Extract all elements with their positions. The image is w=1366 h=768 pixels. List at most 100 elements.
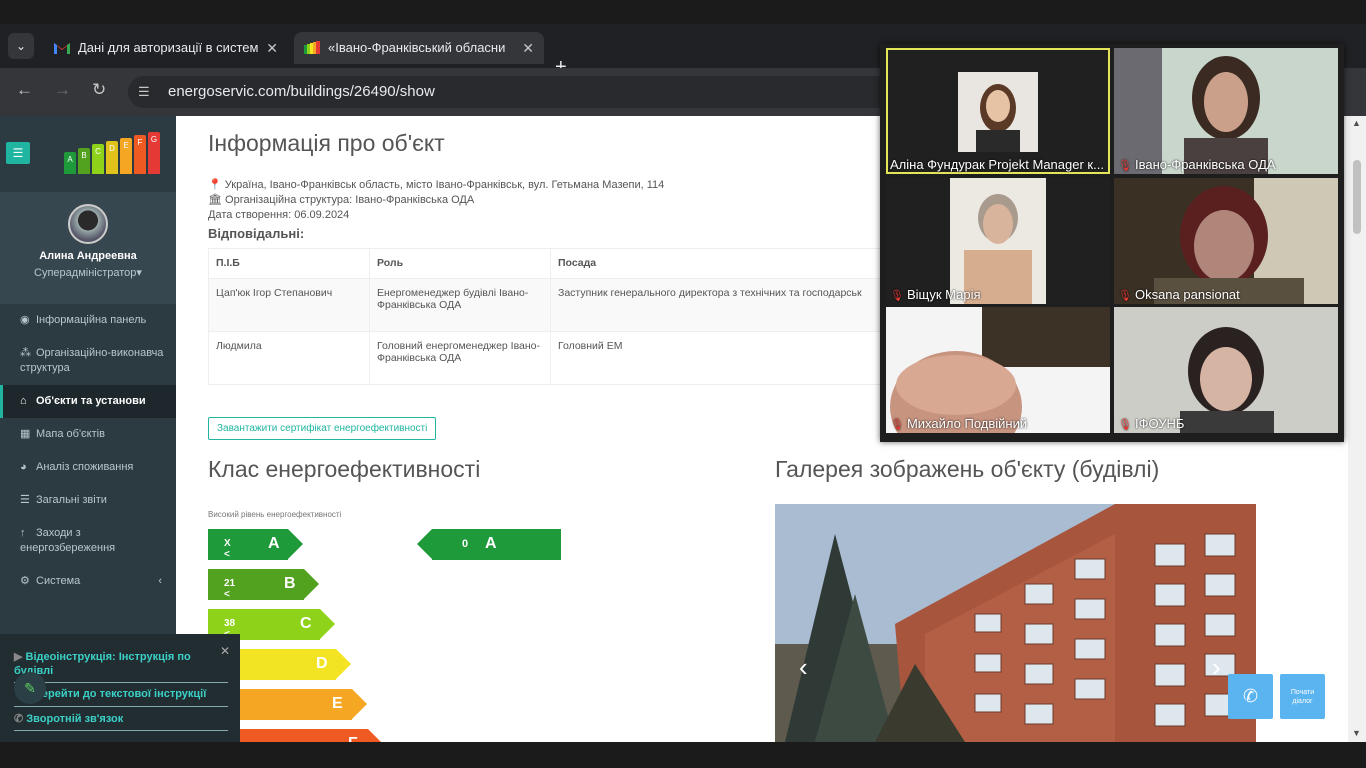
scroll-down-icon[interactable]: ▼ bbox=[1352, 728, 1361, 738]
sidebar-item-label: Інформаційна панель bbox=[36, 314, 147, 326]
close-tab-icon[interactable]: ✕ bbox=[522, 32, 534, 64]
sitemap-icon: ⁂ bbox=[20, 347, 31, 359]
bar-arrow bbox=[368, 729, 383, 742]
feedback-link[interactable]: ✆ Зворотній зв'язок bbox=[14, 712, 123, 725]
divider bbox=[14, 730, 228, 731]
responsible-table: П.І.Б Роль Посада Цап'юк Ігор Степанович… bbox=[208, 248, 891, 385]
carousel-prev-icon[interactable]: ‹ bbox=[799, 652, 808, 683]
chevron-left-icon: ‹ bbox=[158, 575, 162, 587]
class-range: X < 21 bbox=[224, 538, 236, 571]
sidebar-item-label: Мапа об'єктів bbox=[36, 428, 105, 440]
arrow-up-icon: ↑ bbox=[20, 527, 26, 539]
reload-icon[interactable]: ↻ bbox=[92, 80, 106, 100]
object-address: Україна, Івано-Франківськ область, місто… bbox=[224, 179, 665, 191]
download-certificate-button[interactable]: Завантажити сертифікат енергоефективност… bbox=[208, 417, 437, 440]
class-letter: F bbox=[348, 735, 358, 742]
participant-name-text: ІФОУНБ bbox=[1134, 416, 1185, 431]
participant-name: 🎙 ІФОУНБ bbox=[1118, 416, 1184, 431]
bar-arrow bbox=[336, 649, 351, 679]
browser-tab-gmail[interactable]: Дані для авторизації в системі ✕ bbox=[44, 32, 288, 64]
participant-name: 🎙 Івано-Франківська ОДА bbox=[1118, 157, 1276, 172]
participant-tile[interactable]: 🎙 Івано-Франківська ОДА bbox=[1114, 48, 1338, 174]
building-photo-carousel[interactable]: ‹ › bbox=[775, 504, 1256, 742]
result-letter: A bbox=[485, 535, 497, 552]
participant-video bbox=[958, 72, 1038, 152]
list-icon: ☰ bbox=[20, 494, 30, 506]
close-tab-icon[interactable]: ✕ bbox=[266, 32, 278, 64]
result-value: 0 bbox=[462, 538, 469, 550]
carousel-next-icon[interactable]: › bbox=[1212, 652, 1221, 683]
bar-arrow bbox=[320, 609, 335, 639]
column-header: Посада bbox=[550, 248, 891, 279]
map-marker-icon: 📍 bbox=[208, 179, 222, 191]
close-icon[interactable]: ✕ bbox=[220, 644, 230, 658]
divider bbox=[14, 682, 228, 683]
page-scrollbar[interactable]: ▲ ▼ bbox=[1348, 116, 1366, 742]
logo-letter: B bbox=[78, 148, 90, 174]
logo-letter: F bbox=[134, 135, 146, 174]
participant-name: 🎙 Михайло Подвійний bbox=[890, 416, 1027, 431]
back-arrow-icon[interactable]: ← bbox=[16, 80, 33, 100]
object-org: Організаційна структура: Івано-Франківсь… bbox=[225, 194, 475, 206]
map-icon: ▦ bbox=[20, 428, 31, 440]
logo-letter: A bbox=[64, 152, 76, 174]
table-cell: Головний ЕМ bbox=[550, 331, 891, 385]
class-letter: E bbox=[332, 695, 343, 712]
sidebar-item-label: Система bbox=[36, 575, 81, 587]
user-role: Суперадміністратор bbox=[34, 267, 137, 279]
participant-name-text: Михайло Подвійний bbox=[906, 416, 1028, 431]
high-level-label: Високий рівень енергоефективності bbox=[208, 510, 342, 519]
site-info-icon[interactable]: ☰ bbox=[138, 84, 150, 100]
video-call-panel: Аліна Фундурак Projekt Manager к... 🎙 Іва… bbox=[880, 44, 1344, 442]
dashboard-icon: ◉ bbox=[20, 314, 30, 326]
video-instruction-link[interactable]: ▶ Відеоінструкція: Інструкція по будівлі bbox=[14, 650, 204, 678]
browser-tab-active[interactable]: «Івано-Франківський обласни ✕ bbox=[294, 32, 544, 64]
participant-tile[interactable]: 🎙 ІФОУНБ bbox=[1114, 307, 1338, 433]
caret-down-icon: ▾ bbox=[136, 267, 142, 279]
table-row: Цап'юк Ігор Степанович Енергоменеджер бу… bbox=[208, 278, 891, 332]
energy-class-result: 0 A bbox=[417, 529, 561, 560]
participant-tile[interactable]: Аліна Фундурак Projekt Manager к... bbox=[886, 48, 1110, 174]
energy-site-icon bbox=[304, 41, 320, 54]
logo-letter: E bbox=[120, 138, 132, 174]
menu-toggle-button[interactable]: ☰ bbox=[6, 142, 30, 164]
participant-video bbox=[1114, 307, 1338, 433]
sidebar-item-analysis[interactable]: ◕ Аналіз споживання bbox=[0, 451, 176, 484]
participant-video bbox=[1114, 178, 1338, 304]
building-photo bbox=[775, 504, 1256, 742]
tab-search-button[interactable]: ⌄ bbox=[8, 33, 34, 59]
page-title: Інформація про об'єкт bbox=[208, 130, 445, 156]
object-created: Дата створення: 06.09.2024 bbox=[208, 209, 350, 221]
sidebar-item-measures[interactable]: ↑ Заходи з енергозбереження bbox=[0, 517, 176, 565]
participant-tile[interactable]: 🎙 Михайло Подвійний bbox=[886, 307, 1110, 433]
gmail-icon bbox=[54, 43, 70, 54]
sidebar-item-dashboard[interactable]: ◉ Інформаційна панель bbox=[0, 304, 176, 337]
table-header-row: П.І.Б Роль Посада bbox=[208, 248, 891, 279]
sidebar-item-reports[interactable]: ☰ Загальні звіти bbox=[0, 484, 176, 517]
tab-title: Дані для авторизації в системі bbox=[78, 40, 258, 55]
user-role-dropdown[interactable]: Суперадміністратор▾ bbox=[0, 266, 176, 279]
muted-mic-icon: 🎙 bbox=[1118, 160, 1132, 172]
sidebar-item-label: Об'єкти та установи bbox=[36, 395, 146, 407]
sidebar-item-structure[interactable]: ⁂ Організаційно-виконавча структура bbox=[0, 337, 176, 385]
sidebar-item-system[interactable]: ⚙ Система ‹ bbox=[0, 565, 176, 598]
call-button[interactable]: ✆ bbox=[1228, 674, 1273, 719]
sidebar-item-map[interactable]: ▦ Мапа об'єктів bbox=[0, 418, 176, 451]
bar-arrow bbox=[304, 569, 319, 599]
participant-tile[interactable]: 🎙 Oksana pansionat bbox=[1114, 178, 1338, 304]
sidebar-item-objects[interactable]: ⌂ Об'єкти та установи bbox=[0, 385, 176, 418]
scrollbar-thumb[interactable] bbox=[1353, 160, 1361, 234]
start-chat-button[interactable]: Почати діалог bbox=[1280, 674, 1325, 719]
pencil-icon[interactable]: ✎ bbox=[14, 672, 46, 704]
play-icon: ▶ bbox=[14, 651, 23, 663]
participant-name: Аліна Фундурак Projekt Manager к... bbox=[890, 157, 1104, 172]
gears-icon: ⚙ bbox=[20, 575, 30, 587]
forward-arrow-icon[interactable]: → bbox=[54, 80, 71, 100]
participant-tile[interactable]: 🎙 Віщук Марія bbox=[886, 178, 1110, 304]
divider bbox=[14, 706, 228, 707]
muted-mic-icon: 🎙 bbox=[1118, 419, 1132, 431]
text-instruction-link[interactable]: Перейти до текстової інструкції bbox=[34, 688, 206, 700]
logo-letter: D bbox=[106, 141, 118, 174]
participant-video bbox=[950, 178, 1046, 304]
scroll-up-icon[interactable]: ▲ bbox=[1352, 118, 1361, 128]
